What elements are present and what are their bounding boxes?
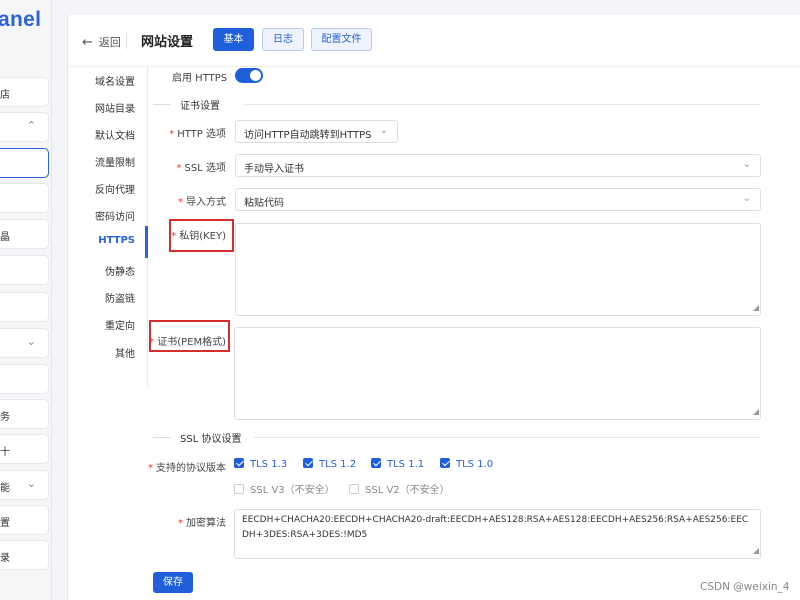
sidebar-item-9[interactable] xyxy=(0,364,49,394)
nav-item-traffic-limit[interactable]: 流量限制 xyxy=(95,154,135,169)
sidebar-item-4[interactable] xyxy=(0,183,49,213)
sidebar-item-2[interactable]: ⌃ xyxy=(0,112,49,142)
sidebar-item-7[interactable] xyxy=(0,292,49,322)
sidebar-item-5[interactable]: 晶 xyxy=(0,219,49,249)
nav-item-other[interactable]: 其他 xyxy=(115,345,135,360)
resize-grip-icon[interactable]: ◢ xyxy=(753,404,759,419)
sidebar: anel 店 ⌃ 晶 ⌄ 务 十 能 ⌄ 置 录 xyxy=(0,0,52,600)
nav-active-indicator xyxy=(145,226,148,258)
app-logo: anel xyxy=(0,8,42,31)
ssl-option-select[interactable]: 手动导入证书 ⌄ xyxy=(235,154,761,177)
chevron-down-icon: ⌄ xyxy=(742,159,751,170)
certificate-label: * 证书(PEM格式) xyxy=(149,337,226,348)
import-method-select[interactable]: 粘贴代码 ⌄ xyxy=(235,188,761,211)
nav-item-default-doc[interactable]: 默认文档 xyxy=(95,127,135,142)
sidebar-item-11[interactable]: 十 xyxy=(0,434,49,464)
tab-basic[interactable]: 基本 xyxy=(213,28,254,51)
tls11-checkbox[interactable]: TLS 1.1 xyxy=(371,458,424,470)
sidebar-item-10[interactable]: 务 xyxy=(0,399,49,429)
import-method-label: * 导入方式 xyxy=(178,197,226,208)
http-option-label: * HTTP 选项 xyxy=(169,129,226,140)
cipher-label: * 加密算法 xyxy=(178,518,226,529)
sidebar-item-12[interactable]: 能 ⌄ xyxy=(0,470,49,500)
sslv2-checkbox[interactable]: SSL V2（不安全） xyxy=(349,481,450,496)
tls13-checkbox[interactable]: TLS 1.3 xyxy=(234,458,287,470)
tab-config-file[interactable]: 配置文件 xyxy=(311,28,372,51)
sidebar-item-8[interactable]: ⌄ xyxy=(0,328,49,358)
ssl-option-label: * SSL 选项 xyxy=(176,163,226,174)
http-option-select[interactable]: 访问HTTP自动跳转到HTTPS ⌄ xyxy=(235,120,398,143)
certificate-textarea[interactable]: ◢ xyxy=(234,327,761,420)
cipher-textarea[interactable]: EECDH+CHACHA20:EECDH+CHACHA20-draft:EECD… xyxy=(234,509,761,559)
page-title: 网站设置 xyxy=(141,35,194,50)
chevron-down-icon: ⌄ xyxy=(379,125,388,136)
settings-nav: 域名设置 网站目录 默认文档 流量限制 反向代理 密码访问 HTTPS 伪静态 … xyxy=(68,67,148,387)
back-button[interactable]: ← 返回 xyxy=(82,34,121,50)
cert-section-header: 证书设置 xyxy=(153,97,761,112)
sslv3-checkbox[interactable]: SSL V3（不安全） xyxy=(234,481,335,496)
nav-item-rewrite[interactable]: 伪静态 xyxy=(105,263,135,278)
https-toggle[interactable] xyxy=(235,68,263,83)
chevron-down-icon: ⌄ xyxy=(26,477,36,490)
sidebar-item-3[interactable] xyxy=(0,148,49,178)
arrow-left-icon: ← xyxy=(82,35,93,50)
private-key-label: * 私钥(KEY) xyxy=(171,231,226,242)
private-key-textarea[interactable]: ◢ xyxy=(235,223,761,316)
resize-grip-icon[interactable]: ◢ xyxy=(753,543,759,558)
tls10-checkbox[interactable]: TLS 1.0 xyxy=(440,458,493,470)
nav-item-redirect[interactable]: 重定向 xyxy=(105,317,135,332)
sidebar-item-6[interactable] xyxy=(0,255,49,285)
tls12-checkbox[interactable]: TLS 1.2 xyxy=(303,458,356,470)
chevron-down-icon: ⌄ xyxy=(742,193,751,204)
resize-grip-icon[interactable]: ◢ xyxy=(753,300,759,315)
header-divider xyxy=(126,33,127,49)
nav-item-password-access[interactable]: 密码访问 xyxy=(95,208,135,223)
nav-item-hotlink[interactable]: 防盗链 xyxy=(105,290,135,305)
chevron-up-icon: ⌃ xyxy=(26,119,36,132)
nav-item-https[interactable]: HTTPS xyxy=(98,235,135,246)
watermark: CSDN @weixin_4 xyxy=(700,581,790,593)
save-button[interactable]: 保存 xyxy=(153,572,193,593)
site-settings-panel: ← 返回 网站设置 基本 日志 配置文件 域名设置 网站目录 默认文档 流量限制 … xyxy=(67,15,800,600)
sidebar-item-13[interactable]: 置 xyxy=(0,505,49,535)
protocol-section-header: SSL 协议设置 xyxy=(153,430,761,445)
nav-item-site-dir[interactable]: 网站目录 xyxy=(95,100,135,115)
https-toggle-label: 启用 HTTPS xyxy=(172,73,228,84)
tab-logs[interactable]: 日志 xyxy=(262,28,304,51)
nav-item-domain[interactable]: 域名设置 xyxy=(95,73,135,88)
sidebar-item-1[interactable]: 店 xyxy=(0,77,49,107)
chevron-down-icon: ⌄ xyxy=(26,335,36,348)
nav-item-reverse-proxy[interactable]: 反向代理 xyxy=(95,181,135,196)
protocols-label: * 支持的协议版本 xyxy=(148,463,226,474)
panel-header: ← 返回 网站设置 基本 日志 配置文件 xyxy=(68,15,800,67)
sidebar-item-14[interactable]: 录 xyxy=(0,540,49,570)
